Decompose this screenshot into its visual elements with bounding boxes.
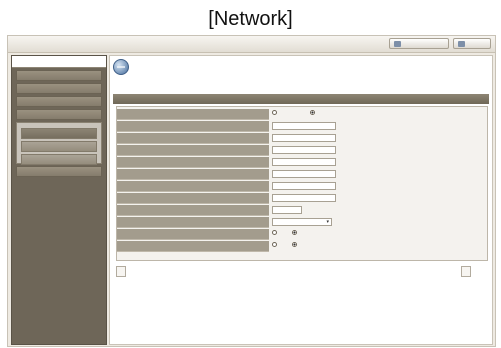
sidebar-submenu xyxy=(16,122,102,165)
sidebar xyxy=(11,55,107,345)
globe-icon xyxy=(113,59,129,75)
sidebar-item-3[interactable] xyxy=(16,96,102,107)
row-label xyxy=(117,193,269,204)
sidebar-item-1[interactable] xyxy=(16,70,102,81)
row-label xyxy=(117,169,269,180)
menu-heading xyxy=(12,56,106,68)
settings-form: ▾ xyxy=(116,106,488,261)
row-label xyxy=(117,109,269,120)
sidebar-item-4[interactable] xyxy=(16,109,102,120)
row-label xyxy=(117,145,269,156)
form-row xyxy=(117,193,487,204)
sidebar-item-5[interactable] xyxy=(16,166,102,177)
page-caption: [Network] xyxy=(208,8,293,30)
radio-button[interactable] xyxy=(310,110,315,115)
radio-option-2[interactable] xyxy=(310,110,317,115)
text-field[interactable] xyxy=(272,182,336,190)
text-field[interactable] xyxy=(272,134,336,142)
form-row xyxy=(117,241,487,252)
row-label xyxy=(117,229,269,240)
form-row xyxy=(117,109,487,120)
page-header xyxy=(113,59,483,75)
form-row: ▾ xyxy=(117,217,487,228)
form-row xyxy=(117,157,487,168)
text-field[interactable] xyxy=(272,146,336,154)
form-row xyxy=(117,121,487,132)
radio-option-2[interactable] xyxy=(292,230,299,235)
main-panel: ▾ xyxy=(109,55,493,345)
submenu-item-3[interactable] xyxy=(21,154,97,165)
row-label xyxy=(117,133,269,144)
text-field[interactable] xyxy=(272,122,336,130)
submenu-item-2[interactable] xyxy=(21,141,97,152)
text-field[interactable] xyxy=(272,170,336,178)
chevron-down-icon: ▾ xyxy=(326,219,329,225)
section-header xyxy=(113,94,489,104)
radio-button[interactable] xyxy=(292,242,297,247)
form-row xyxy=(117,169,487,180)
form-row xyxy=(117,181,487,192)
radio-option-1[interactable] xyxy=(272,242,279,247)
form-row xyxy=(117,229,487,240)
row-label xyxy=(117,157,269,168)
row-label xyxy=(117,181,269,192)
app-window: ▾ xyxy=(7,35,496,347)
text-field[interactable] xyxy=(272,194,336,202)
refresh-button[interactable] xyxy=(116,266,126,277)
text-field[interactable] xyxy=(272,158,336,166)
logout-icon xyxy=(458,40,465,47)
form-row xyxy=(117,205,487,216)
save-button[interactable] xyxy=(461,266,471,277)
logout-button[interactable] xyxy=(453,38,491,49)
radio-option-1[interactable] xyxy=(272,110,279,115)
sidebar-item-2[interactable] xyxy=(16,83,102,94)
radio-option-1[interactable] xyxy=(272,230,279,235)
monitor-icon xyxy=(394,40,401,47)
radio-option-2[interactable] xyxy=(292,242,299,247)
radio-button[interactable] xyxy=(292,230,297,235)
radio-button[interactable] xyxy=(272,242,277,247)
row-label xyxy=(117,205,269,216)
row-label xyxy=(117,121,269,132)
form-row xyxy=(117,133,487,144)
submenu-item-1[interactable] xyxy=(21,128,97,139)
radio-button[interactable] xyxy=(272,110,277,115)
row-label xyxy=(117,241,269,252)
web-viewer-button[interactable] xyxy=(389,38,449,49)
form-row xyxy=(117,145,487,156)
top-bar xyxy=(8,36,495,53)
radio-button[interactable] xyxy=(272,230,277,235)
dropdown-select[interactable]: ▾ xyxy=(272,218,332,226)
row-label xyxy=(117,217,269,228)
text-field[interactable] xyxy=(272,206,302,214)
